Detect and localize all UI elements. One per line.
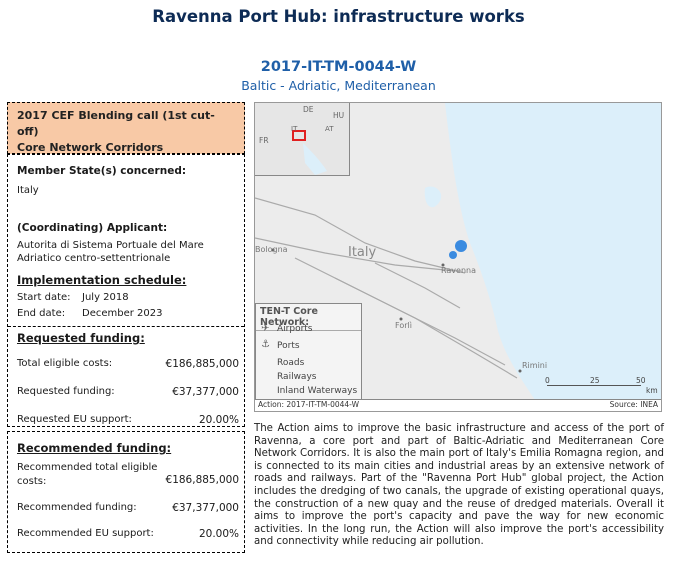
applicant-line1: Autorita di Sistema Portuale del Mare: [17, 240, 204, 251]
divider: [8, 326, 244, 327]
inset-label-it: IT: [291, 125, 298, 133]
action-description: The Action aims to improve the basic inf…: [254, 423, 664, 548]
project-map: DE HU FR IT AT Italy Bologna Ravenna For…: [254, 102, 662, 412]
recommended-box: Recommended funding: Recommended total e…: [7, 431, 245, 553]
total-eligible-costs-label: Total eligible costs:: [17, 358, 113, 369]
map-footer: Action: 2017-IT-TM-0044-W Source: INEA: [255, 399, 661, 411]
applicant-line2: Adriatico centro-settentrionale: [17, 253, 171, 264]
requested-funding-heading: Requested funding:: [17, 331, 145, 345]
legend-ports: Ports: [277, 341, 300, 351]
map-legend: TEN-T Core Network: ✈ Airports ⚓ Ports R…: [255, 303, 362, 401]
call-box: 2017 CEF Blending call (1st cut-off) Cor…: [7, 102, 245, 154]
scale-bar: [547, 385, 641, 386]
action-code: 2017-IT-TM-0044-W: [260, 59, 417, 75]
total-eligible-costs-value: €186,885,000: [165, 358, 239, 370]
start-date-label: Start date:: [17, 292, 71, 303]
city-ravenna: Ravenna: [441, 266, 476, 275]
rec-funding-label: Recommended funding:: [17, 502, 137, 513]
inset-label-hu: HU: [333, 111, 345, 120]
inset-label-at: AT: [325, 125, 334, 133]
city-rimini: Rimini: [522, 361, 548, 370]
end-date-value: December 2023: [82, 308, 163, 319]
corridors-subtitle: Baltic - Adriatic, Mediterranean: [241, 78, 436, 93]
requested-eu-support-value: 20.00%: [198, 414, 239, 426]
end-date-label: End date:: [17, 308, 66, 319]
schedule-label: Implementation schedule:: [17, 273, 187, 287]
map-source: Source: INEA: [609, 400, 658, 409]
legend-roads: Roads: [277, 358, 305, 368]
info-box: Member State(s) concerned: Italy (Coordi…: [7, 154, 245, 427]
legend-airports: Airports: [277, 324, 313, 334]
locator-inset: DE HU FR IT AT: [255, 103, 350, 176]
call-title-line1: 2017 CEF Blending call (1st cut-off): [17, 109, 215, 138]
scale-tick-0: 0: [545, 376, 550, 385]
rec-eu-support-value: 20.00%: [198, 528, 239, 540]
inset-label-fr: FR: [259, 136, 269, 145]
map-action-ref: Action: 2017-IT-TM-0044-W: [258, 400, 359, 409]
legend-railways: Railways: [277, 372, 317, 382]
requested-funding-value: €37,377,000: [172, 386, 239, 398]
rec-total-value: €186,885,000: [165, 474, 239, 486]
scale-tick-50: 50: [636, 376, 646, 385]
recommended-funding-heading: Recommended funding:: [17, 441, 172, 455]
port-anchor-icon: ⚓: [261, 339, 270, 350]
rec-funding-value: €37,377,000: [172, 502, 239, 514]
legend-waterways: Inland Waterways: [277, 386, 358, 396]
requested-funding-label: Requested funding:: [17, 386, 115, 397]
country-label: Italy: [348, 245, 377, 260]
inset-label-de: DE: [303, 105, 314, 114]
member-state-value: Italy: [17, 185, 39, 196]
left-panel: 2017 CEF Blending call (1st cut-off) Cor…: [7, 102, 245, 553]
start-date-value: July 2018: [82, 292, 129, 303]
page-title: Ravenna Port Hub: infrastructure works: [152, 7, 525, 26]
city-forli: Forlì: [395, 321, 412, 330]
rec-total-label-b: costs:: [17, 476, 47, 487]
rec-total-label-a: Recommended total eligible: [17, 462, 158, 473]
scale-unit: km: [646, 386, 658, 395]
applicant-label: (Coordinating) Applicant:: [17, 222, 168, 234]
scale-tick-25: 25: [590, 376, 600, 385]
city-bologna: Bologna: [255, 245, 288, 254]
requested-eu-support-label: Requested EU support:: [17, 414, 132, 425]
rec-eu-support-label: Recommended EU support:: [17, 528, 154, 539]
member-state-label: Member State(s) concerned:: [17, 165, 187, 177]
airport-icon: ✈: [261, 323, 270, 334]
